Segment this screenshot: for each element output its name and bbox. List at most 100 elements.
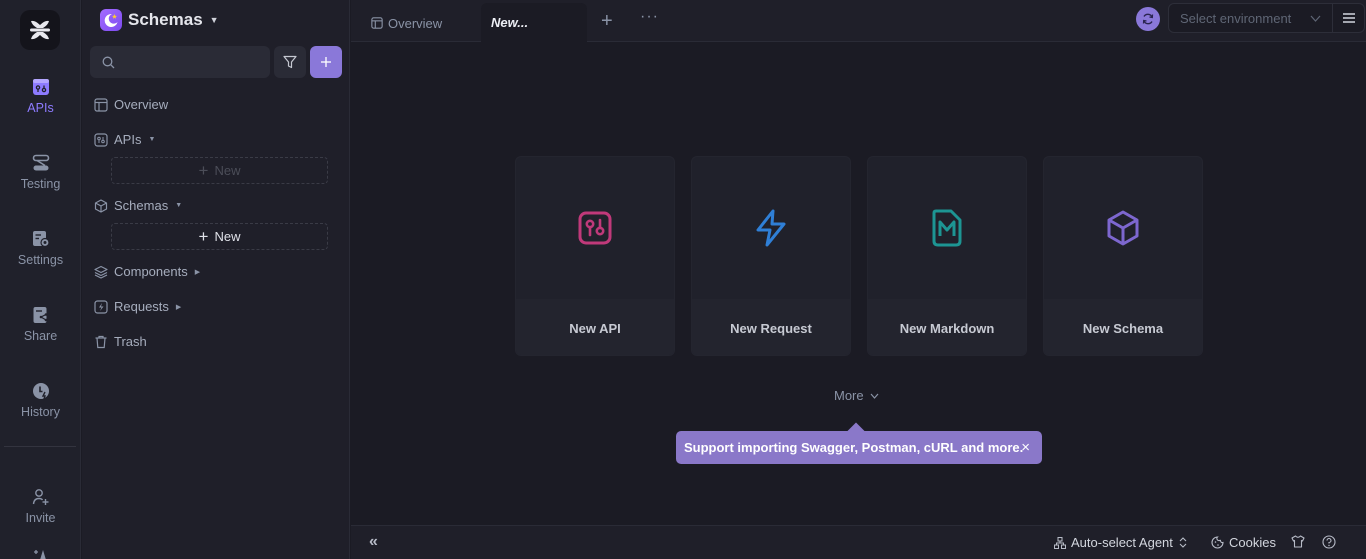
sidebar: Schemas ▼ Overview APIs ▼ + New Schemas …	[82, 0, 350, 559]
new-markdown-card[interactable]: New Markdown	[867, 156, 1027, 356]
rail-label: History	[21, 405, 60, 419]
plus-icon	[321, 57, 331, 67]
markdown-icon	[932, 209, 962, 247]
filter-button[interactable]	[274, 46, 306, 78]
rail-item-settings[interactable]: Settings	[0, 230, 81, 267]
new-api-button[interactable]: + New	[111, 157, 328, 184]
overview-icon	[371, 17, 383, 29]
settings-icon	[32, 231, 50, 248]
overview-icon	[94, 97, 108, 112]
new-schema-button[interactable]: + New	[111, 223, 328, 250]
nav-overview[interactable]: Overview	[94, 97, 168, 112]
theme-button[interactable]	[1291, 535, 1305, 548]
rail-label: Settings	[17, 253, 64, 267]
card-icon-area	[868, 157, 1026, 299]
cookies-label: Cookies	[1229, 535, 1276, 550]
nav-apis[interactable]: APIs ▼	[94, 132, 155, 147]
chevron-down-icon	[1310, 15, 1321, 22]
rail-item-invite[interactable]: Invite	[0, 488, 81, 525]
bolt-icon	[756, 209, 786, 247]
search-input[interactable]	[121, 54, 261, 70]
api-icon	[578, 211, 612, 245]
invite-icon	[32, 489, 48, 505]
environment-dropdown[interactable]: Select environment	[1169, 11, 1324, 26]
plus-icon: +	[198, 226, 209, 246]
cube-icon	[94, 198, 108, 213]
cube-icon	[1107, 210, 1139, 246]
rail-item-upgrade[interactable]	[0, 548, 81, 559]
nav-label: Schemas	[114, 198, 169, 213]
nav-components[interactable]: Components ▶	[94, 264, 200, 279]
new-request-card[interactable]: New Request	[691, 156, 851, 356]
sync-icon	[1142, 13, 1154, 25]
collapse-sidebar-button[interactable]: «	[369, 533, 378, 551]
new-api-card[interactable]: New API	[515, 156, 675, 356]
rail-item-history[interactable]: History	[0, 382, 81, 419]
shirt-icon	[1291, 535, 1305, 548]
history-icon	[32, 383, 49, 400]
card-label: New API	[516, 299, 674, 355]
search-box	[90, 46, 270, 78]
project-switcher[interactable]: Schemas ▼	[100, 9, 219, 31]
nav-requests[interactable]: Requests ▶	[94, 299, 181, 314]
more-tabs-button[interactable]: ···	[640, 8, 659, 26]
tab-label: New...	[491, 15, 529, 30]
add-button[interactable]	[310, 46, 342, 78]
caret-right-icon: ▶	[194, 268, 201, 276]
filter-icon	[283, 55, 297, 69]
testing-icon	[32, 154, 49, 171]
app-logo[interactable]	[20, 10, 60, 50]
card-label: New Request	[692, 299, 850, 355]
left-rail: APIs Testing Settings Share History Invi…	[0, 0, 81, 559]
tab-new[interactable]: New...	[481, 3, 587, 43]
nav-schemas[interactable]: Schemas ▼	[94, 198, 182, 213]
new-label: New	[214, 163, 241, 178]
nav-label: Overview	[114, 97, 169, 112]
rail-item-share[interactable]: Share	[0, 306, 81, 343]
chevron-down-icon	[870, 393, 879, 399]
rail-label: APIs	[27, 101, 54, 115]
main-content: New API New Request New Markdown New Sch…	[351, 43, 1366, 525]
tab-label: Overview	[388, 15, 443, 31]
tab-overview[interactable]: Overview	[371, 3, 442, 43]
rail-label: Share	[23, 329, 58, 343]
app-window: APIs Testing Settings Share History Invi…	[0, 0, 1366, 559]
layers-icon	[94, 265, 108, 279]
bolt-icon	[94, 299, 108, 314]
add-tab-button[interactable]: +	[601, 10, 613, 33]
rail-item-apis[interactable]: APIs	[0, 78, 81, 115]
status-bar: « Auto-select Agent Cookies	[351, 525, 1366, 559]
project-icon	[100, 9, 122, 31]
card-icon-area	[516, 157, 674, 299]
cookies-button[interactable]: Cookies	[1211, 535, 1276, 550]
network-icon	[1054, 536, 1066, 549]
card-icon-area	[1044, 157, 1202, 299]
api-icon	[94, 132, 108, 147]
more-label: More	[834, 388, 864, 403]
moon-icon	[104, 13, 118, 27]
tab-bar: Overview New... + ··· Select environment	[351, 0, 1366, 43]
agent-selector[interactable]: Auto-select Agent	[1054, 535, 1187, 550]
close-icon[interactable]: ×	[1021, 439, 1030, 456]
card-label: New Schema	[1044, 299, 1202, 355]
agent-label: Auto-select Agent	[1071, 535, 1173, 550]
menu-button[interactable]	[1332, 4, 1364, 32]
rail-item-testing[interactable]: Testing	[0, 154, 81, 191]
project-name: Schemas	[128, 10, 203, 29]
help-button[interactable]	[1322, 535, 1336, 549]
caret-down-icon: ▼	[209, 15, 219, 25]
caret-right-icon: ▶	[175, 303, 182, 311]
nav-label: Trash	[114, 334, 147, 349]
cookie-icon	[1211, 536, 1224, 549]
import-tooltip: Support importing Swagger, Postman, cURL…	[676, 431, 1042, 464]
updown-icon	[1179, 537, 1187, 548]
more-button[interactable]: More	[834, 388, 879, 403]
search-icon	[102, 56, 115, 68]
nav-label: Requests	[114, 299, 169, 314]
caret-down-icon: ▼	[148, 136, 156, 143]
new-label: New	[214, 229, 241, 244]
nav-trash[interactable]: Trash	[94, 334, 147, 349]
new-schema-card[interactable]: New Schema	[1043, 156, 1203, 356]
sync-button[interactable]	[1136, 7, 1160, 31]
sparkle-icon	[33, 550, 46, 559]
